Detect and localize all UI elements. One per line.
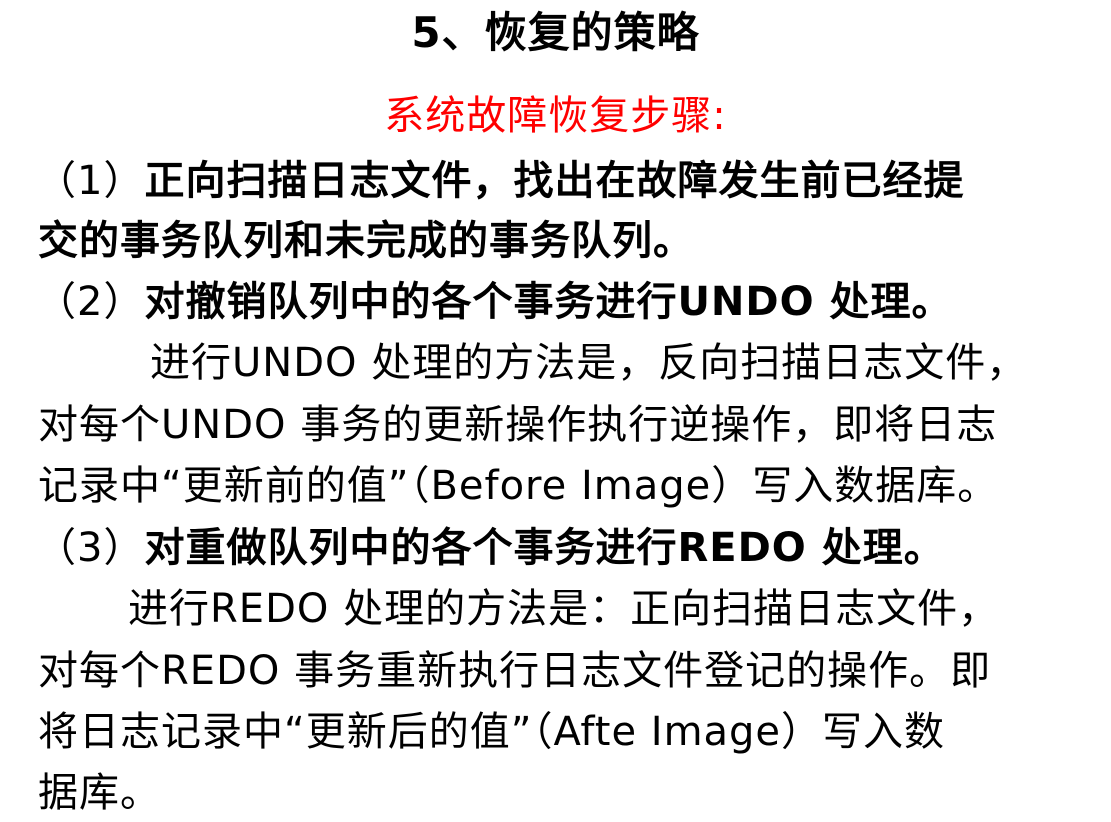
step-3-body-line-1: 进行REDO 处理的方法是：正向扫描日志文件， <box>128 586 1000 632</box>
step-2-body-line-2: 对每个UNDO 事务的更新操作执行逆操作，即将日志 <box>38 402 998 448</box>
step-3-heading: 对重做队列中的各个事务进行REDO 处理。 <box>144 525 945 571</box>
step-1-number: （1） <box>36 158 145 204</box>
slide: 5、恢复的策略 系统故障恢复步骤: （1）正向扫描日志文件，找出在故障发生前已经… <box>0 0 1111 822</box>
step-2-heading: 对撤销队列中的各个事务进行UNDO 处理。 <box>144 279 953 325</box>
step-3-body-line-3: 将日志记录中“更新后的值”（Afte Image）写入数 <box>38 709 946 755</box>
step-2-number: （2） <box>36 279 145 325</box>
step-3-body-line-4: 据库。 <box>38 770 161 816</box>
step-1-heading-line-2: 交的事务队列和未完成的事务队列。 <box>38 218 694 264</box>
step-2-body-line-1: 进行UNDO 处理的方法是，反向扫描日志文件， <box>150 340 1028 386</box>
step-2-body-line-3: 记录中“更新前的值”（Before Image）写入数据库。 <box>38 463 999 509</box>
step-3-number: （3） <box>36 525 145 571</box>
step-1-line-1: （1）正向扫描日志文件，找出在故障发生前已经提 <box>36 161 964 201</box>
step-3-heading-line: （3）对重做队列中的各个事务进行REDO 处理。 <box>36 528 945 568</box>
step-1-heading-line-1: 正向扫描日志文件，找出在故障发生前已经提 <box>144 158 965 204</box>
slide-title: 5、恢复的策略 <box>411 8 700 57</box>
step-3-body-line-2: 对每个REDO 事务重新执行日志文件登记的操作。即 <box>38 648 992 694</box>
slide-subtitle: 系统故障恢复步骤: <box>384 93 727 139</box>
step-2-heading-line: （2）对撤销队列中的各个事务进行UNDO 处理。 <box>36 282 953 322</box>
